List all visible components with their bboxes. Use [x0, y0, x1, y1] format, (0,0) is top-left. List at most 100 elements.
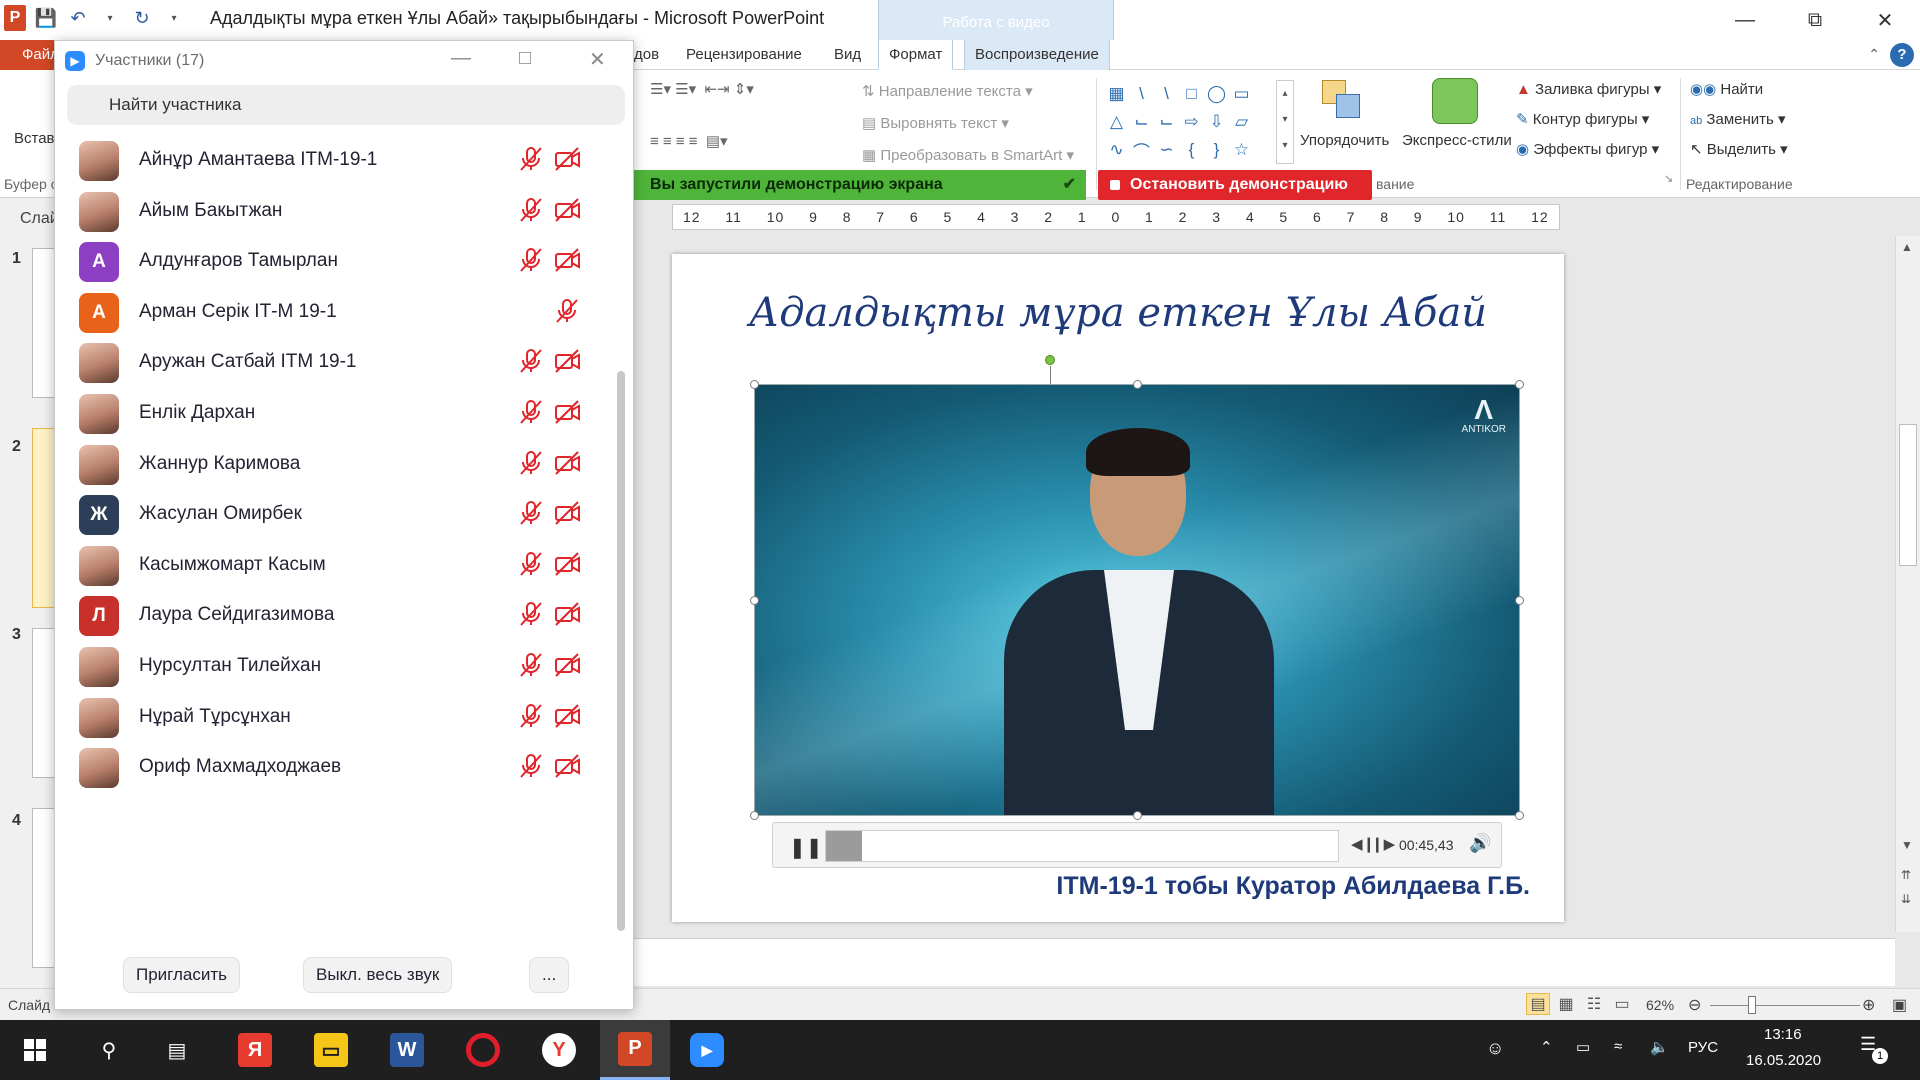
fit-to-window-icon[interactable]: ▣ [1892, 995, 1907, 1015]
participant-list-scrollbar[interactable] [617, 371, 625, 931]
rounded-rectangle-shape-icon[interactable]: ▭ [1229, 80, 1254, 108]
start-button[interactable] [4, 1020, 66, 1080]
previous-slide-icon[interactable]: ⇈ [1901, 868, 1911, 882]
rectangle-shape-icon[interactable]: □ [1179, 80, 1204, 108]
line-shape-icon[interactable]: \ [1129, 80, 1154, 108]
zoom-slider[interactable] [1710, 1005, 1860, 1006]
task-view-button[interactable]: ▤ [146, 1020, 208, 1080]
people-icon[interactable]: ☺ [1486, 1038, 1504, 1059]
muted-microphone-icon[interactable] [517, 702, 545, 730]
pause-icon[interactable]: ❚❚ [789, 835, 823, 860]
text-direction-button[interactable]: ⇅ Направление текста ▾ [862, 82, 1033, 100]
oval-shape-icon[interactable]: ◯ [1204, 80, 1229, 108]
resize-handle-e[interactable] [1515, 596, 1524, 605]
video-off-icon[interactable] [553, 499, 581, 527]
tab-view[interactable]: Вид [834, 46, 861, 63]
next-slide-icon[interactable]: ⇊ [1901, 892, 1911, 906]
muted-microphone-icon[interactable] [517, 550, 545, 578]
muted-microphone-icon[interactable] [517, 196, 545, 224]
callout-shape-icon[interactable]: ▱ [1229, 108, 1254, 136]
replace-button[interactable]: ab Заменить ▾ [1690, 110, 1786, 128]
brace-left-shape-icon[interactable]: { [1179, 136, 1204, 164]
video-off-icon[interactable] [553, 550, 581, 578]
customize-qat-icon[interactable]: ▾ [162, 6, 186, 30]
close-icon[interactable]: ✕ [589, 47, 606, 72]
clock-date[interactable]: 16.05.2020 [1746, 1052, 1821, 1069]
taskbar-app-yandex-browser[interactable]: Y [528, 1020, 590, 1080]
taskbar-app-powerpoint[interactable]: P [600, 1020, 670, 1080]
shapes-gallery[interactable]: ▦ \ \ □ ◯ ▭ △ ⌙ ⌙ ⇨ ⇩ ▱ ∿ ⌒ ∽ { } ☆ [1104, 80, 1254, 164]
video-off-icon[interactable] [553, 449, 581, 477]
shape-outline-button[interactable]: ✎ Контур фигуры ▾ [1516, 110, 1649, 128]
brace-right-shape-icon[interactable]: } [1204, 136, 1229, 164]
shape-effects-button[interactable]: ◉ Эффекты фигур ▾ [1516, 140, 1659, 158]
select-button[interactable]: ↖ Выделить ▾ [1690, 140, 1788, 158]
vertical-scrollbar[interactable]: ▲ ▼ ⇈ ⇊ [1895, 236, 1920, 932]
connector-shape-icon[interactable]: ⌙ [1129, 108, 1154, 136]
seek-bar[interactable] [825, 830, 1339, 862]
resize-handle-n[interactable] [1133, 380, 1142, 389]
paste-button[interactable]: Встав [14, 130, 55, 147]
collapse-ribbon-icon[interactable]: ⌃ [1868, 46, 1880, 63]
tab-playback[interactable]: Воспроизведение [964, 40, 1110, 70]
video-off-icon[interactable] [553, 398, 581, 426]
slide-footer-text[interactable]: ІТМ-19-1 тобы Куратор Абилдаева Г.Б. [1056, 872, 1530, 901]
connector-shape-icon[interactable]: ⌙ [1154, 108, 1179, 136]
video-off-icon[interactable] [553, 196, 581, 224]
muted-microphone-icon[interactable] [517, 449, 545, 477]
redo-icon[interactable]: ↻ [130, 6, 154, 30]
participant-row[interactable]: Ориф Махмадходжаев [55, 736, 615, 798]
muted-microphone-icon[interactable] [517, 651, 545, 679]
battery-icon[interactable]: ▭ [1576, 1038, 1590, 1056]
skip-forward-icon[interactable]: ❙▶ [1371, 835, 1395, 853]
resize-handle-w[interactable] [750, 596, 759, 605]
restore-button[interactable]: ⧉ [1780, 0, 1850, 40]
muted-microphone-icon[interactable] [517, 752, 545, 780]
stop-share-button[interactable]: Остановить демонстрацию [1098, 170, 1372, 200]
clock-time[interactable]: 13:16 [1764, 1026, 1802, 1043]
resize-handle-s[interactable] [1133, 811, 1142, 820]
scrollbar-thumb[interactable] [1899, 424, 1917, 566]
triangle-shape-icon[interactable]: △ [1104, 108, 1129, 136]
arrow-right-shape-icon[interactable]: ⇨ [1179, 108, 1204, 136]
arrange-button[interactable]: Упорядочить [1300, 132, 1389, 149]
slides-tab-label[interactable]: Слай [20, 210, 59, 228]
show-hidden-icons-icon[interactable]: ⌃ [1540, 1038, 1553, 1056]
normal-view-icon[interactable]: ▤ [1526, 993, 1550, 1015]
zoom-in-icon[interactable]: ⊕ [1862, 995, 1875, 1015]
resize-handle-se[interactable] [1515, 811, 1524, 820]
slide-sorter-icon[interactable]: ▦ [1554, 993, 1578, 1015]
convert-smartart-button[interactable]: ▦ Преобразовать в SmartArt ▾ [862, 146, 1074, 164]
zoom-out-icon[interactable]: ⊖ [1688, 995, 1701, 1015]
find-button[interactable]: ◉◉ Найти [1690, 80, 1763, 98]
slide[interactable]: Адалдықты мұра еткен Ұлы Абай Λ ANTIKOR ❚… [672, 254, 1564, 922]
undo-dropdown-icon[interactable]: ▾ [98, 6, 122, 30]
tab-file[interactable]: Файл [0, 40, 60, 70]
maximize-icon[interactable]: □ [519, 47, 531, 70]
rotation-handle[interactable] [1045, 355, 1055, 365]
muted-microphone-icon[interactable] [517, 499, 545, 527]
arrow-down-shape-icon[interactable]: ⇩ [1204, 108, 1229, 136]
taskbar-app-yandex[interactable]: Я [224, 1020, 286, 1080]
close-button[interactable]: ✕ [1850, 0, 1920, 40]
zoom-slider-knob[interactable] [1748, 996, 1756, 1014]
muted-microphone-icon[interactable] [517, 145, 545, 173]
slide-title[interactable]: Адалдықты мұра еткен Ұлы Абай [672, 290, 1564, 336]
taskbar-app-word[interactable]: W [376, 1020, 438, 1080]
freeform-shape-icon[interactable]: ∽ [1154, 136, 1179, 164]
star-shape-icon[interactable]: ☆ [1229, 136, 1254, 164]
invite-button[interactable]: Пригласить [123, 957, 241, 993]
quick-styles-button[interactable]: Экспресс-стили [1402, 132, 1512, 149]
video-frame[interactable]: Λ ANTIKOR [754, 384, 1520, 816]
mute-all-button[interactable]: Выкл. весь звук [303, 957, 453, 993]
participant-search-input[interactable] [67, 85, 625, 125]
muted-microphone-icon[interactable] [553, 297, 581, 325]
shapes-gallery-scroll[interactable]: ▴ ▾ ▾ [1276, 80, 1294, 164]
help-icon[interactable]: ? [1890, 43, 1914, 67]
resize-handle-sw[interactable] [750, 811, 759, 820]
align-text-button[interactable]: ▤ Выровнять текст ▾ [862, 114, 1009, 132]
taskbar-search-button[interactable]: ⚲ [78, 1020, 140, 1080]
muted-microphone-icon[interactable] [517, 600, 545, 628]
taskbar-app-opera[interactable] [452, 1020, 514, 1080]
video-off-icon[interactable] [553, 145, 581, 173]
